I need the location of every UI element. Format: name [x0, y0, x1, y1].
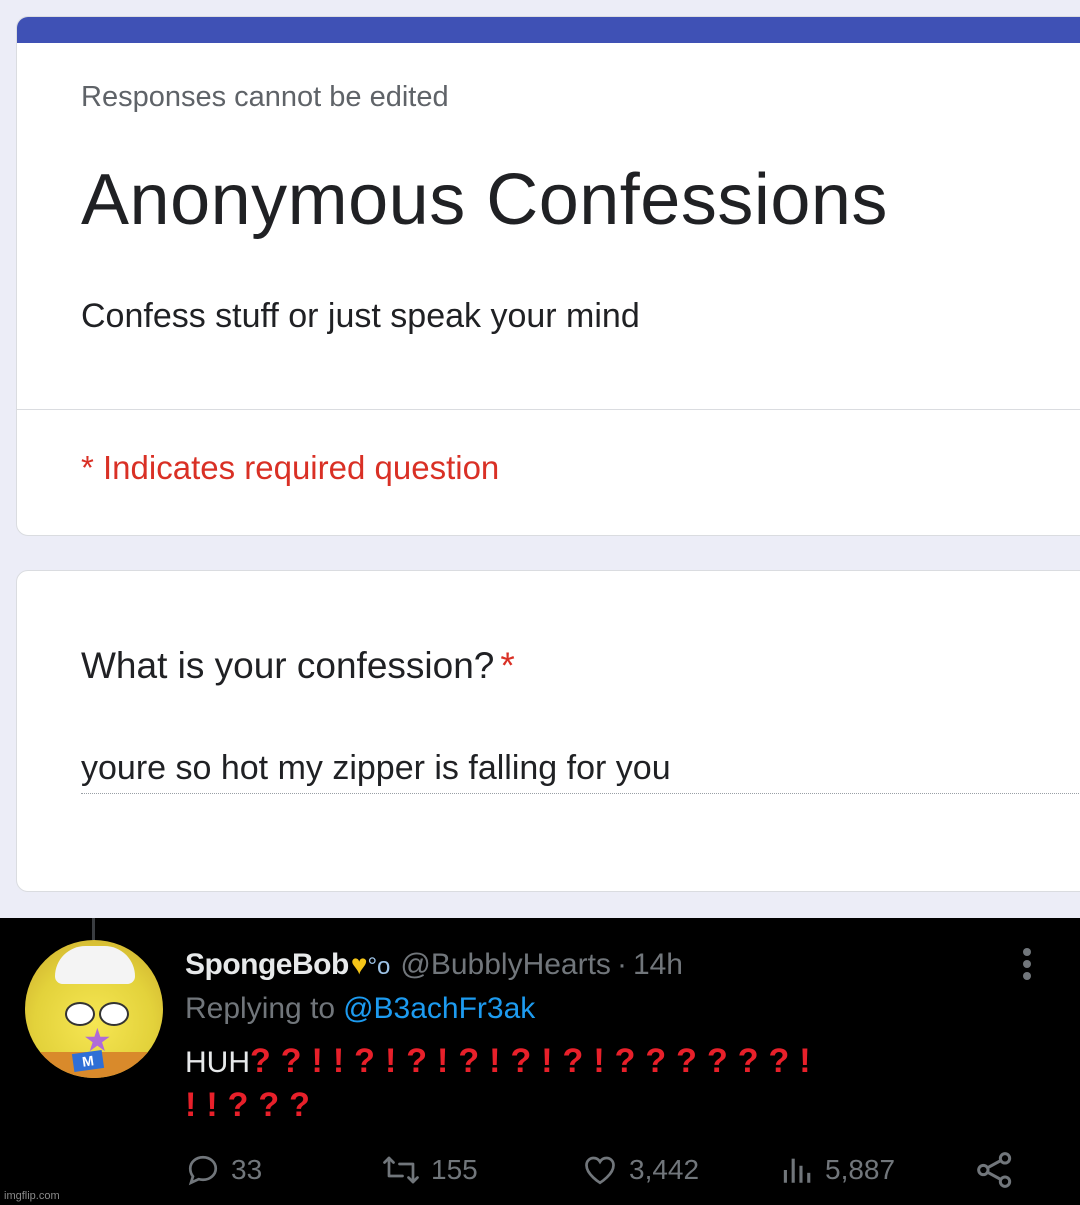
retweet-icon	[383, 1156, 419, 1184]
replying-prefix: Replying to	[185, 992, 336, 1025]
form-header-card: Responses cannot be edited Anonymous Con…	[16, 16, 1080, 536]
retweet-button[interactable]: 155	[381, 1150, 478, 1190]
replying-to: Replying to @B3achFr3ak	[185, 992, 535, 1026]
imgflip-watermark: imgflip.com	[4, 1190, 60, 1202]
answer-underline	[81, 793, 1080, 794]
like-count: 3,442	[629, 1154, 700, 1185]
form-background: Responses cannot be edited Anonymous Con…	[0, 0, 1080, 918]
like-button[interactable]: 3,442	[581, 1150, 699, 1190]
thread-line	[92, 918, 95, 940]
heart-icon	[585, 1156, 615, 1185]
retweet-count: 155	[431, 1154, 478, 1185]
yellow-heart-icon: ♥	[350, 949, 368, 980]
tweet-text-main: HUH	[185, 1046, 250, 1079]
reply-count: 33	[231, 1154, 263, 1185]
replying-to-link[interactable]: @B3achFr3ak	[343, 992, 535, 1025]
form-description: Confess stuff or just speak your mind	[81, 297, 640, 335]
separator: ·	[616, 948, 627, 981]
view-count: 5,887	[825, 1154, 896, 1185]
form-divider	[17, 409, 1080, 410]
reply-button[interactable]: 33	[185, 1150, 262, 1190]
user-handle[interactable]: @BubblyHearts	[400, 948, 611, 981]
tweet: ★ M SpongeBob♥°o @BubblyHearts · 14h Replyi…	[0, 918, 1080, 1205]
more-options-icon[interactable]	[1020, 948, 1034, 984]
required-asterisk: *	[500, 645, 515, 686]
tweet-time[interactable]: 14h	[633, 948, 683, 981]
question-label-row: What is your confession? *	[81, 645, 515, 687]
answer-field[interactable]: youre so hot my zipper is falling for yo…	[81, 749, 671, 788]
avatar[interactable]: ★ M	[25, 940, 163, 1078]
bubbles-icon: °o	[367, 953, 391, 980]
views-icon	[783, 1158, 811, 1183]
form-title: Anonymous Confessions	[81, 160, 888, 240]
reply-icon	[188, 1155, 218, 1186]
question-card: What is your confession? * youre so hot m…	[16, 570, 1080, 892]
punctuation-emojis-line1: ??!!?!?!?!?!?!??????!	[250, 1042, 821, 1080]
tweet-text: HUH??!!?!?!?!?!?!??????! !!???	[185, 1040, 1035, 1128]
question-label: What is your confession?	[81, 645, 495, 686]
required-notice: * Indicates required question	[81, 449, 500, 486]
punctuation-emojis-line2: !!???	[185, 1086, 320, 1124]
tweet-actions: 33 155 3,442 5,887	[185, 1150, 1025, 1190]
share-button[interactable]	[975, 1150, 1025, 1190]
tweet-header: SpongeBob♥°o @BubblyHearts · 14h	[185, 948, 683, 988]
form-accent-bar	[17, 17, 1080, 43]
share-icon	[977, 1152, 1012, 1188]
display-name[interactable]: SpongeBob	[185, 948, 349, 981]
views-button[interactable]: 5,887	[781, 1150, 895, 1190]
form-note: Responses cannot be edited	[81, 81, 449, 113]
